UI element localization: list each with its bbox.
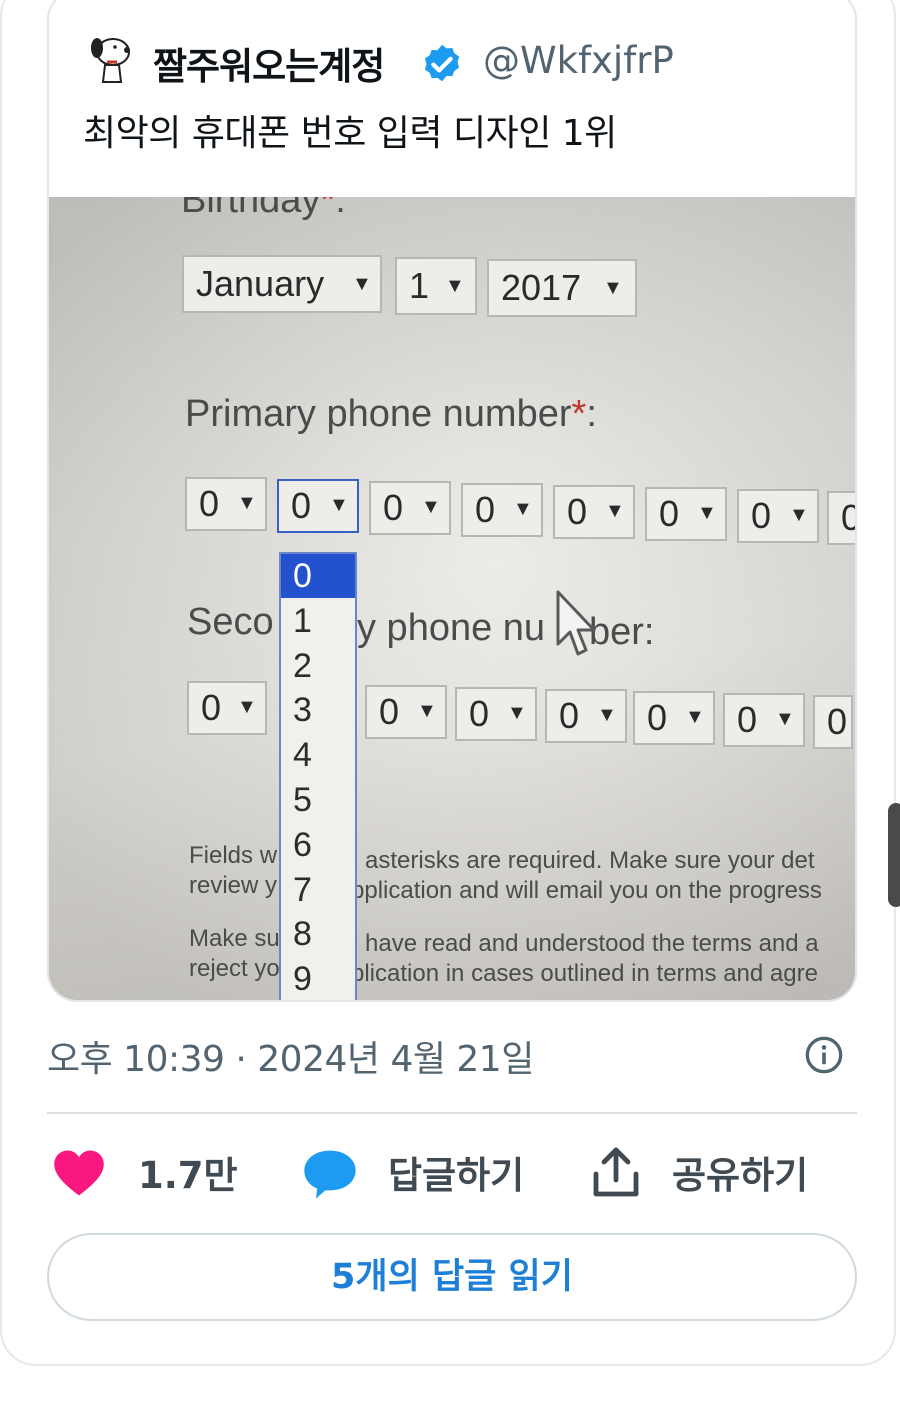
- dropdown-option: 5: [293, 781, 312, 819]
- secondary-digit-select: 0 ▼: [365, 685, 447, 739]
- reply-action[interactable]: 답글하기: [388, 1145, 524, 1199]
- dropdown-option: 2: [293, 646, 312, 685]
- dropdown-option: 0: [281, 554, 355, 598]
- dropdown-option: 1: [293, 601, 312, 640]
- birthday-label: Birthday*:: [181, 197, 346, 221]
- fine-print-1b: asterisks are required. Make sure your d…: [365, 847, 815, 874]
- tweet-text: 최악의 휴대폰 번호 입력 디자인 1위: [83, 113, 617, 154]
- read-replies-button[interactable]: 5개의 답글 읽기: [47, 1233, 857, 1321]
- scrollbar-handle[interactable]: [888, 803, 900, 907]
- display-name[interactable]: 짤주워오는계정: [153, 36, 385, 90]
- secondary-digit-select: 0 ▼: [633, 691, 715, 745]
- primary-digit-select: 0 ▼: [461, 483, 543, 537]
- mouse-cursor-icon: [556, 590, 596, 656]
- primary-digit-select: 0 ▼: [369, 481, 451, 535]
- primary-digit-select: 0 ▼: [645, 487, 727, 541]
- tweet-quote-card[interactable]: 짤주워오는계정 @WkfxjfrP 최악의 휴대폰 번호 입력 디자인 1위 B…: [47, 0, 857, 1002]
- secondary-digit-select: 0 ▼: [723, 693, 805, 747]
- month-select: January ▼: [182, 255, 382, 313]
- secondary-label-start: Seco: [187, 601, 274, 643]
- fine-print-4a: reject yo: [189, 955, 280, 982]
- primary-digit-select: 0 ▼: [277, 479, 359, 533]
- fine-print-2b: pplication and will email you on the pro…: [351, 877, 822, 904]
- dropdown-option: 8: [293, 915, 312, 954]
- fine-print-4b: plication in cases outlined in terms and…: [351, 960, 818, 987]
- primary-digit-select: 0: [827, 491, 855, 545]
- dropdown-option: 6: [293, 825, 312, 864]
- fine-print-3a: Make su: [189, 925, 280, 952]
- verified-badge-icon: [424, 44, 460, 82]
- secondary-digit-select: 0 ▼: [545, 689, 627, 743]
- primary-digit-select: 0 ▼: [185, 477, 267, 531]
- primary-digit-select: 0 ▼: [553, 485, 635, 539]
- tweet-timestamp[interactable]: 오후 10:39 · 2024년 4월 21일: [47, 1030, 534, 1082]
- day-select: 1 ▼: [395, 257, 477, 315]
- info-icon[interactable]: [804, 1035, 844, 1075]
- fine-print-2a: review y: [189, 872, 278, 899]
- dropdown-option: 3: [293, 691, 312, 730]
- digit-dropdown-list: 01 2 3 4 5 6 7 8 9: [279, 552, 357, 1000]
- secondary-digit-select: 0: [813, 695, 853, 749]
- dropdown-option: 4: [293, 736, 312, 775]
- divider: [47, 1112, 857, 1114]
- fine-print-3b: have read and understood the terms and a: [365, 930, 819, 957]
- secondary-label-middle: y phone nu: [357, 607, 546, 649]
- dropdown-option: 7: [293, 870, 312, 909]
- secondary-digit-select: 0 ▼: [455, 687, 537, 741]
- avatar[interactable]: [83, 32, 137, 86]
- heart-icon[interactable]: [52, 1148, 106, 1198]
- share-action[interactable]: 공유하기: [672, 1145, 808, 1199]
- user-handle[interactable]: @WkfxjfrP: [483, 39, 674, 82]
- fine-print-1a: Fields w: [189, 842, 278, 869]
- year-select: 2017 ▼: [487, 259, 637, 317]
- primary-digit-select: 0 ▼: [737, 489, 819, 543]
- dropdown-option: 9: [293, 960, 312, 999]
- reply-bubble-icon[interactable]: [302, 1148, 358, 1200]
- primary-phone-label: Primary phone number*:: [185, 393, 597, 435]
- share-icon[interactable]: [592, 1145, 640, 1199]
- like-count[interactable]: 1.7만: [138, 1145, 238, 1199]
- tweet-header: 짤주워오는계정 @WkfxjfrP 최악의 휴대폰 번호 입력 디자인 1위: [49, 0, 855, 197]
- secondary-digit-select: 0 ▼: [187, 681, 267, 735]
- tweet-photo[interactable]: Birthday*: January ▼ 1 ▼ 2017 ▼ Primary …: [49, 197, 855, 1000]
